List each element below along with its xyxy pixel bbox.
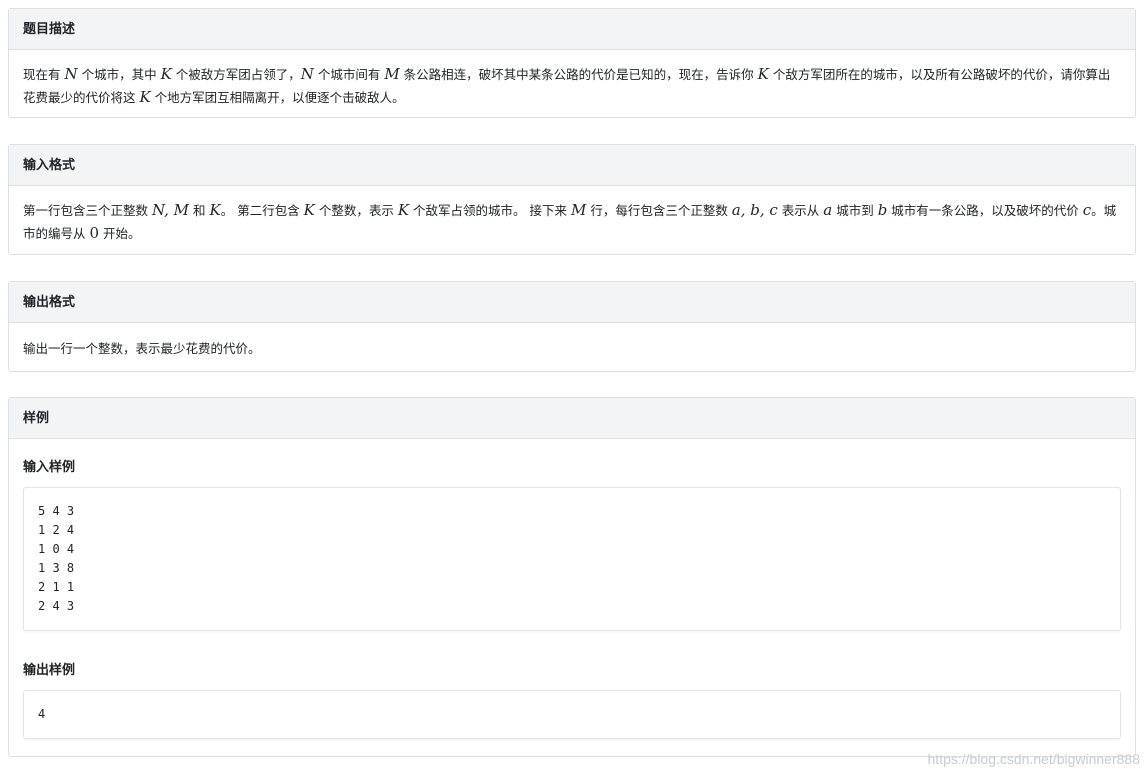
- sample-title: 样例: [9, 398, 1135, 439]
- sample-input-title: 输入样例: [23, 460, 76, 475]
- description-card: 题目描述 现在有 N 个城市，其中 K 个被敌方军团占领了，N 个城市间有 M …: [8, 8, 1136, 118]
- sample-output-code[interactable]: 4: [23, 690, 1121, 739]
- description-title: 题目描述: [9, 9, 1135, 50]
- input-format-title: 输入格式: [9, 145, 1135, 186]
- output-format-text: 输出一行一个整数，表示最少花费的代价。: [23, 341, 261, 356]
- sample-input-code[interactable]: 5 4 3 1 2 4 1 0 4 1 3 8 2 1 1 2 4 3: [23, 487, 1121, 631]
- watermark: https://blog.csdn.net/bigwinner888: [927, 751, 1140, 767]
- sample-output-title: 输出样例: [23, 663, 76, 678]
- description-text: 现在有 N 个城市，其中 K 个被敌方军团占领了，N 个城市间有 M 条公路相连…: [23, 65, 1111, 106]
- input-format-text: 第一行包含三个正整数 N, M 和 K。 第二行包含 K 个整数，表示 K 个敌…: [23, 201, 1117, 242]
- output-format-card: 输出格式 输出一行一个整数，表示最少花费的代价。: [8, 281, 1136, 372]
- output-format-title: 输出格式: [9, 282, 1135, 323]
- sample-card: 样例 输入样例 5 4 3 1 2 4 1 0 4 1 3 8 2 1 1 2 …: [8, 397, 1136, 757]
- input-format-card: 输入格式 第一行包含三个正整数 N, M 和 K。 第二行包含 K 个整数，表示…: [8, 144, 1136, 255]
